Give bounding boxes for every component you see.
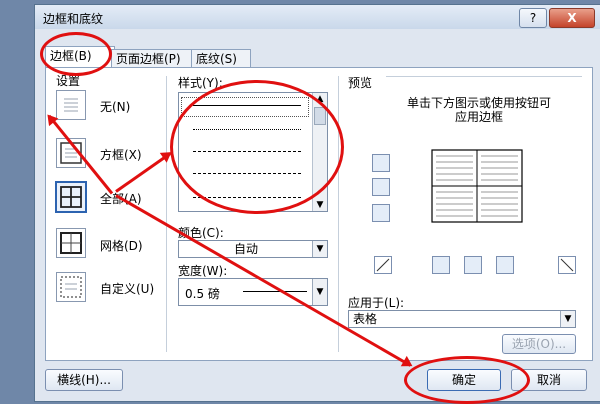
horizontal-line-button[interactable]: 横线(H)...	[45, 369, 123, 391]
apply-to-label: 应用于(L):	[348, 296, 405, 310]
setting-all-icon[interactable]	[55, 181, 87, 213]
preview-divider	[338, 76, 339, 352]
chevron-down-icon[interactable]: ▼	[560, 311, 575, 327]
color-label: 颜色(C):	[178, 226, 224, 240]
cancel-button[interactable]: 取消	[511, 369, 587, 391]
diagonal-down-border-icon[interactable]	[374, 256, 392, 274]
help-button[interactable]: ?	[519, 8, 547, 28]
preview-rule	[386, 76, 582, 77]
style-selection-box	[181, 97, 309, 117]
tab-borders[interactable]: 边框(B)	[45, 46, 115, 68]
chevron-down-icon[interactable]: ▼	[312, 279, 327, 305]
scroll-thumb[interactable]	[314, 107, 326, 125]
style-list-scrollbar[interactable]: ▲ ▼	[312, 93, 327, 211]
tab-shading[interactable]: 底纹(S)	[191, 49, 251, 68]
ok-button[interactable]: 确定	[427, 369, 501, 391]
setting-none-icon[interactable]	[56, 90, 86, 120]
width-value: 0.5 磅	[185, 287, 220, 301]
style-option-dashed[interactable]	[193, 151, 301, 152]
style-option-dotted[interactable]	[193, 129, 301, 130]
scroll-up-icon[interactable]: ▲	[313, 93, 327, 105]
setting-box-label[interactable]: 方框(X)	[100, 146, 142, 163]
settings-divider	[166, 76, 167, 352]
width-label: 宽度(W):	[178, 264, 228, 278]
width-dropdown[interactable]: 0.5 磅 ▼	[178, 278, 328, 306]
title-bar: 边框和底纹 ? X	[35, 5, 600, 29]
style-label: 样式(Y):	[178, 76, 223, 90]
width-sample-line	[243, 291, 307, 292]
setting-grid-label[interactable]: 网格(D)	[100, 237, 143, 254]
options-button[interactable]: 选项(O)...	[502, 334, 576, 354]
style-option-dash-dot[interactable]	[193, 197, 301, 198]
diagonal-up-border-icon[interactable]	[558, 256, 576, 274]
preview-label: 预览	[348, 76, 373, 90]
top-border-icon[interactable]	[372, 154, 390, 172]
setting-none-label[interactable]: 无(N)	[100, 98, 130, 115]
tab-page-borders[interactable]: 页面边框(P)	[111, 49, 195, 68]
borders-and-shading-dialog: 边框和底纹 ? X 边框(B) 页面边框(P) 底纹(S) 设置 无(N) 方框…	[34, 4, 600, 402]
borders-panel: 设置 无(N) 方框(X) 全部(A) 网格(D) 自定义(U) 样式(Y):	[45, 67, 593, 361]
style-option-dashed-2[interactable]	[193, 173, 301, 174]
bottom-border-icon[interactable]	[372, 204, 390, 222]
left-border-icon[interactable]	[432, 256, 450, 274]
style-list[interactable]: ▲ ▼	[178, 92, 328, 212]
chevron-down-icon[interactable]: ▼	[312, 241, 327, 257]
setting-custom-icon[interactable]	[56, 272, 86, 302]
setting-custom-label[interactable]: 自定义(U)	[100, 280, 154, 297]
settings-label: 设置	[56, 74, 81, 88]
inside-vertical-border-icon[interactable]	[464, 256, 482, 274]
dialog-title: 边框和底纹	[43, 12, 104, 26]
setting-grid-icon[interactable]	[56, 228, 86, 258]
apply-to-value: 表格	[353, 312, 378, 326]
inside-horizontal-border-icon[interactable]	[372, 178, 390, 196]
preview-hint-line2: 应用边框	[454, 110, 503, 124]
close-button[interactable]: X	[549, 8, 595, 28]
right-border-icon[interactable]	[496, 256, 514, 274]
scroll-down-icon[interactable]: ▼	[313, 199, 327, 211]
apply-to-dropdown[interactable]: 表格 ▼	[348, 310, 576, 328]
preview-table[interactable]	[428, 146, 526, 226]
